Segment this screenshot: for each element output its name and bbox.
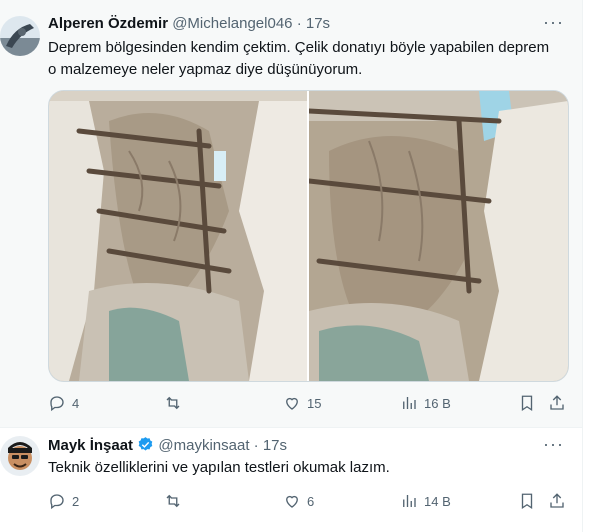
tweet-card-1[interactable]: Alperen Özdemir @Michelangel046 · 17s ··…	[0, 0, 582, 428]
tweet-card-2[interactable]: Mayk İnşaat @maykinsaat · 17s ··· Teknik…	[0, 428, 582, 532]
views-count: 14 B	[424, 493, 451, 509]
display-name[interactable]: Alperen Özdemir	[48, 15, 168, 32]
heart-icon	[286, 397, 298, 410]
display-name[interactable]: Mayk İnşaat	[48, 437, 133, 454]
verified-badge-icon	[137, 437, 158, 454]
bookmark-button[interactable]	[518, 492, 536, 510]
bookmark-icon	[521, 395, 533, 412]
like-count: 6	[307, 493, 315, 509]
views-button[interactable]: 16 B	[400, 394, 451, 412]
media-photo-2[interactable]	[309, 91, 568, 381]
views-button[interactable]: 14 B	[400, 492, 451, 510]
reply-button[interactable]: 4	[48, 394, 79, 412]
reply-icon	[50, 396, 64, 412]
reply-count: 2	[72, 493, 80, 509]
tweet-text: Deprem bölgesinden kendim çektim. Çelik …	[48, 37, 549, 81]
share-button[interactable]	[548, 394, 566, 412]
separator: ·	[253, 437, 259, 454]
views-icon	[403, 495, 416, 507]
heart-icon	[286, 495, 298, 508]
like-count: 15	[307, 395, 322, 411]
more-options-icon[interactable]: ···	[543, 12, 564, 33]
timestamp[interactable]: 17s	[306, 15, 330, 32]
share-icon	[550, 395, 564, 410]
avatar-image	[0, 436, 40, 476]
share-button[interactable]	[548, 492, 566, 510]
share-icon	[550, 493, 564, 508]
tweet-text-line: Teknik özelliklerini ve yapılan testleri…	[48, 459, 390, 476]
bookmark-icon	[521, 493, 533, 510]
tweet-header: Alperen Özdemir @Michelangel046 · 17s	[48, 14, 330, 34]
avatar[interactable]	[0, 16, 40, 56]
separator: ·	[296, 15, 302, 32]
avatar-image	[0, 16, 40, 56]
tweet-actions: 4 15 16 B	[48, 394, 568, 414]
tweet-text-line: o malzemeye neler yapmaz diye düşünüyoru…	[48, 61, 363, 78]
reply-count: 4	[72, 395, 80, 411]
timestamp[interactable]: 17s	[263, 437, 287, 454]
like-button[interactable]: 6	[283, 492, 314, 510]
more-options-icon[interactable]: ···	[543, 434, 564, 455]
timeline: Alperen Özdemir @Michelangel046 · 17s ··…	[0, 0, 583, 532]
reply-button[interactable]: 2	[48, 492, 79, 510]
tweet-text-line: Deprem bölgesinden kendim çektim. Çelik …	[48, 39, 550, 56]
tweet-header: Mayk İnşaat @maykinsaat · 17s	[48, 436, 287, 456]
retweet-icon	[166, 494, 180, 508]
handle[interactable]: @Michelangel046	[172, 15, 292, 32]
views-icon	[403, 397, 416, 409]
bookmark-button[interactable]	[518, 394, 536, 412]
reply-icon	[50, 494, 64, 510]
avatar[interactable]	[0, 436, 40, 476]
tweet-actions: 2 6 14 B	[48, 492, 568, 512]
media-photo-1[interactable]	[49, 91, 307, 381]
retweet-button[interactable]	[164, 492, 188, 510]
views-count: 16 B	[424, 395, 451, 411]
retweet-icon	[166, 396, 180, 410]
handle[interactable]: @maykinsaat	[158, 437, 249, 454]
tweet-text: Teknik özelliklerini ve yapılan testleri…	[48, 457, 390, 479]
like-button[interactable]: 15	[283, 394, 321, 412]
tweet-media[interactable]	[48, 90, 569, 382]
retweet-button[interactable]	[164, 394, 188, 412]
